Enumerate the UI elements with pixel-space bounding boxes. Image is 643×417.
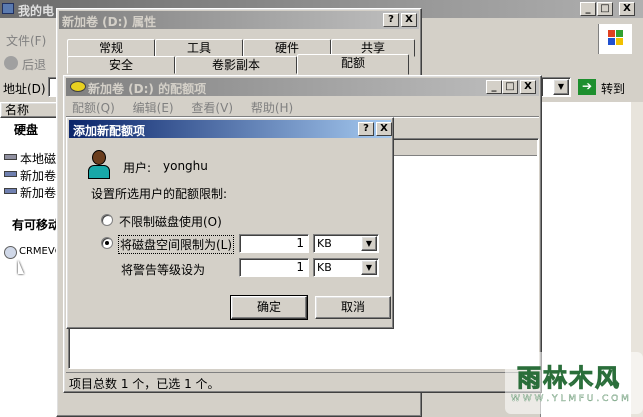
status-text: 项目总数 1 个，已选 1 个。 <box>69 377 220 391</box>
add-quota-dialog: 添加新配额项 ? X 用户: yonghu 设置所选用户的配额限制: 不限制磁盘… <box>66 117 394 329</box>
ok-button[interactable]: 确定 <box>230 295 308 320</box>
cancel-button[interactable]: 取消 <box>315 296 391 319</box>
properties-close-button[interactable]: X <box>401 13 417 27</box>
limit-unit-dropdown-icon[interactable]: ▼ <box>361 236 377 251</box>
warn-value-input[interactable]: 1 <box>239 258 309 277</box>
limit-label[interactable]: 将磁盘空间限制为(L) <box>117 235 235 254</box>
menu-help[interactable]: 帮助(H) <box>251 101 293 115</box>
address-dropdown-button[interactable]: ▼ <box>553 79 569 95</box>
watermark-url: W W W . Y L M F U . C O M <box>511 394 629 404</box>
mouse-cursor-icon <box>18 260 24 274</box>
limit-value-input[interactable]: 1 <box>239 234 309 253</box>
windows-logo-icon <box>598 24 632 54</box>
limit-unit-select[interactable]: KB ▼ <box>313 234 379 253</box>
watermark-text: 雨林木风 <box>517 364 621 393</box>
tab-quota[interactable]: 配额 <box>297 54 409 75</box>
dialog-help-button[interactable]: ? <box>358 122 374 136</box>
explorer-close-button[interactable]: X <box>619 2 635 16</box>
back-button[interactable]: 后退 <box>22 56 46 73</box>
address-label: 地址(D) <box>3 82 46 96</box>
section-hard-disks: 硬盘 <box>14 123 39 137</box>
cdrom-icon <box>4 246 17 259</box>
watermark-logo: 雨林木风 W W W . Y L M F U . C O M <box>505 352 643 414</box>
go-arrow-icon[interactable]: ➔ <box>578 79 596 95</box>
limit-radio[interactable] <box>101 237 113 249</box>
explorer-minimize-button[interactable]: _ <box>580 2 596 16</box>
user-avatar-icon <box>87 150 111 180</box>
dialog-close-button[interactable]: X <box>376 122 392 136</box>
user-name: yonghu <box>163 159 208 173</box>
limit-value: 1 <box>296 236 304 250</box>
go-button[interactable]: 转到 <box>601 80 625 97</box>
column-header-name[interactable]: 名称 <box>0 102 62 118</box>
dialog-titlebar: 添加新配额项 ? X <box>69 120 392 138</box>
instruction-text: 设置所选用户的配额限制: <box>91 187 228 201</box>
dialog-title: 添加新配额项 <box>73 124 146 138</box>
properties-title: 新加卷 (D:) 属性 <box>62 15 157 29</box>
drive-item-3[interactable]: 新加卷 <box>20 184 56 201</box>
quota-minimize-button[interactable]: _ <box>486 80 502 94</box>
explorer-tree: 硬盘 本地磁 新加卷 新加卷 有可移动 CRMEVC <box>0 118 62 318</box>
quota-titlebar: 新加卷 (D:) 的配额项 _ □ X <box>66 78 539 96</box>
quota-maximize-button[interactable]: □ <box>502 80 518 94</box>
properties-titlebar: 新加卷 (D:) 属性 ? X <box>59 11 419 29</box>
menu-edit[interactable]: 编辑(E) <box>133 101 174 115</box>
warn-unit-select[interactable]: KB ▼ <box>313 258 379 277</box>
explorer-menu-file[interactable]: 文件(F) <box>6 32 46 49</box>
warn-unit-value: KB <box>317 261 332 274</box>
tab-security[interactable]: 安全 <box>67 56 175 74</box>
tab-shadow-copies[interactable]: 卷影副本 <box>175 56 297 74</box>
limit-unit-value: KB <box>317 237 332 250</box>
drive-icon <box>4 171 17 177</box>
no-limit-radio[interactable] <box>101 214 113 226</box>
back-arrow-icon[interactable] <box>4 56 18 70</box>
computer-icon <box>2 3 14 14</box>
warn-value: 1 <box>296 260 304 274</box>
drive-item-1[interactable]: 本地磁 <box>20 150 56 167</box>
quota-close-button[interactable]: X <box>520 80 536 94</box>
quota-icon <box>70 81 86 92</box>
explorer-title: 我的电 <box>18 4 55 18</box>
menu-quota[interactable]: 配额(Q) <box>72 101 115 115</box>
drive-icon <box>4 154 17 160</box>
user-label: 用户: <box>123 161 152 175</box>
menu-view[interactable]: 查看(V) <box>191 101 233 115</box>
drive-item-2[interactable]: 新加卷 <box>20 167 56 184</box>
warn-unit-dropdown-icon[interactable]: ▼ <box>361 260 377 275</box>
quota-title: 新加卷 (D:) 的配额项 <box>88 82 207 96</box>
quota-status-bar: 项目总数 1 个，已选 1 个。 <box>66 372 539 391</box>
quota-menubar: 配额(Q) 编辑(E) 查看(V) 帮助(H) <box>72 99 307 116</box>
section-removable: 有可移动 <box>12 218 61 232</box>
address-field-right[interactable]: ▼ <box>541 77 571 97</box>
tab-general[interactable]: 常规 <box>67 39 155 57</box>
explorer-maximize-button[interactable]: □ <box>597 2 613 16</box>
tab-tools[interactable]: 工具 <box>155 39 243 57</box>
no-limit-label[interactable]: 不限制磁盘使用(O) <box>119 213 222 230</box>
properties-help-button[interactable]: ? <box>383 13 399 27</box>
warn-label: 将警告等级设为 <box>121 263 206 277</box>
drive-icon <box>4 188 17 194</box>
